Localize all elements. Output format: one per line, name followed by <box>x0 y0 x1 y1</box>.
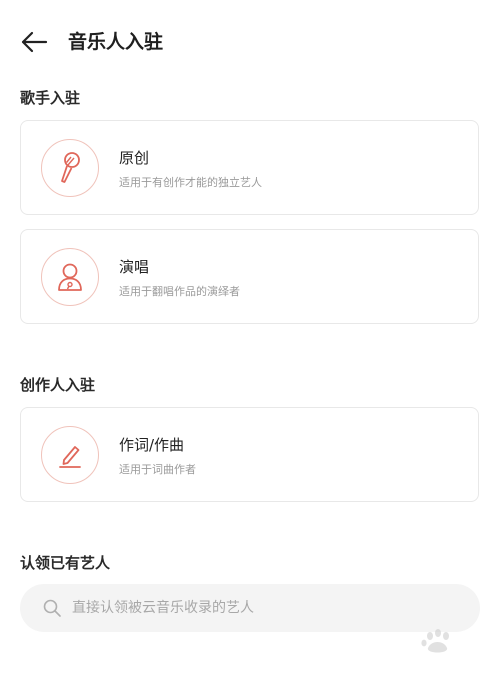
card-title: 作词/作曲 <box>119 436 185 454</box>
singer-person-icon <box>58 263 82 291</box>
card-lyricist-composer[interactable]: 作词/作曲 适用于词曲作者 <box>20 407 479 502</box>
card-icon-ring <box>41 248 99 306</box>
card-original[interactable]: 原创 适用于有创作才能的独立艺人 <box>20 120 479 215</box>
card-title: 原创 <box>119 149 150 167</box>
card-title: 演唱 <box>119 258 150 276</box>
section-title-claim: 认领已有艺人 <box>20 554 111 572</box>
card-icon-ring <box>41 426 99 484</box>
card-cover-singer[interactable]: 演唱 适用于翻唱作品的演绎者 <box>20 229 479 324</box>
search-placeholder: 直接认领被云音乐收录的艺人 <box>72 600 254 616</box>
card-desc: 适用于翻唱作品的演绎者 <box>119 285 240 298</box>
search-icon <box>43 599 61 617</box>
section-title-singer: 歌手入驻 <box>20 89 81 107</box>
header: 音乐人入驻 <box>0 0 500 84</box>
card-icon-ring <box>41 139 99 197</box>
page-title: 音乐人入驻 <box>68 31 164 53</box>
baidu-paw-watermark-icon <box>421 629 449 653</box>
pen-write-icon <box>59 446 81 468</box>
card-desc: 适用于词曲作者 <box>119 463 196 476</box>
back-button[interactable] <box>14 26 54 58</box>
section-title-creator: 创作人入驻 <box>20 376 96 394</box>
card-desc: 适用于有创作才能的独立艺人 <box>119 176 262 189</box>
microphone-icon <box>61 152 80 183</box>
arrow-left-icon <box>21 31 48 53</box>
